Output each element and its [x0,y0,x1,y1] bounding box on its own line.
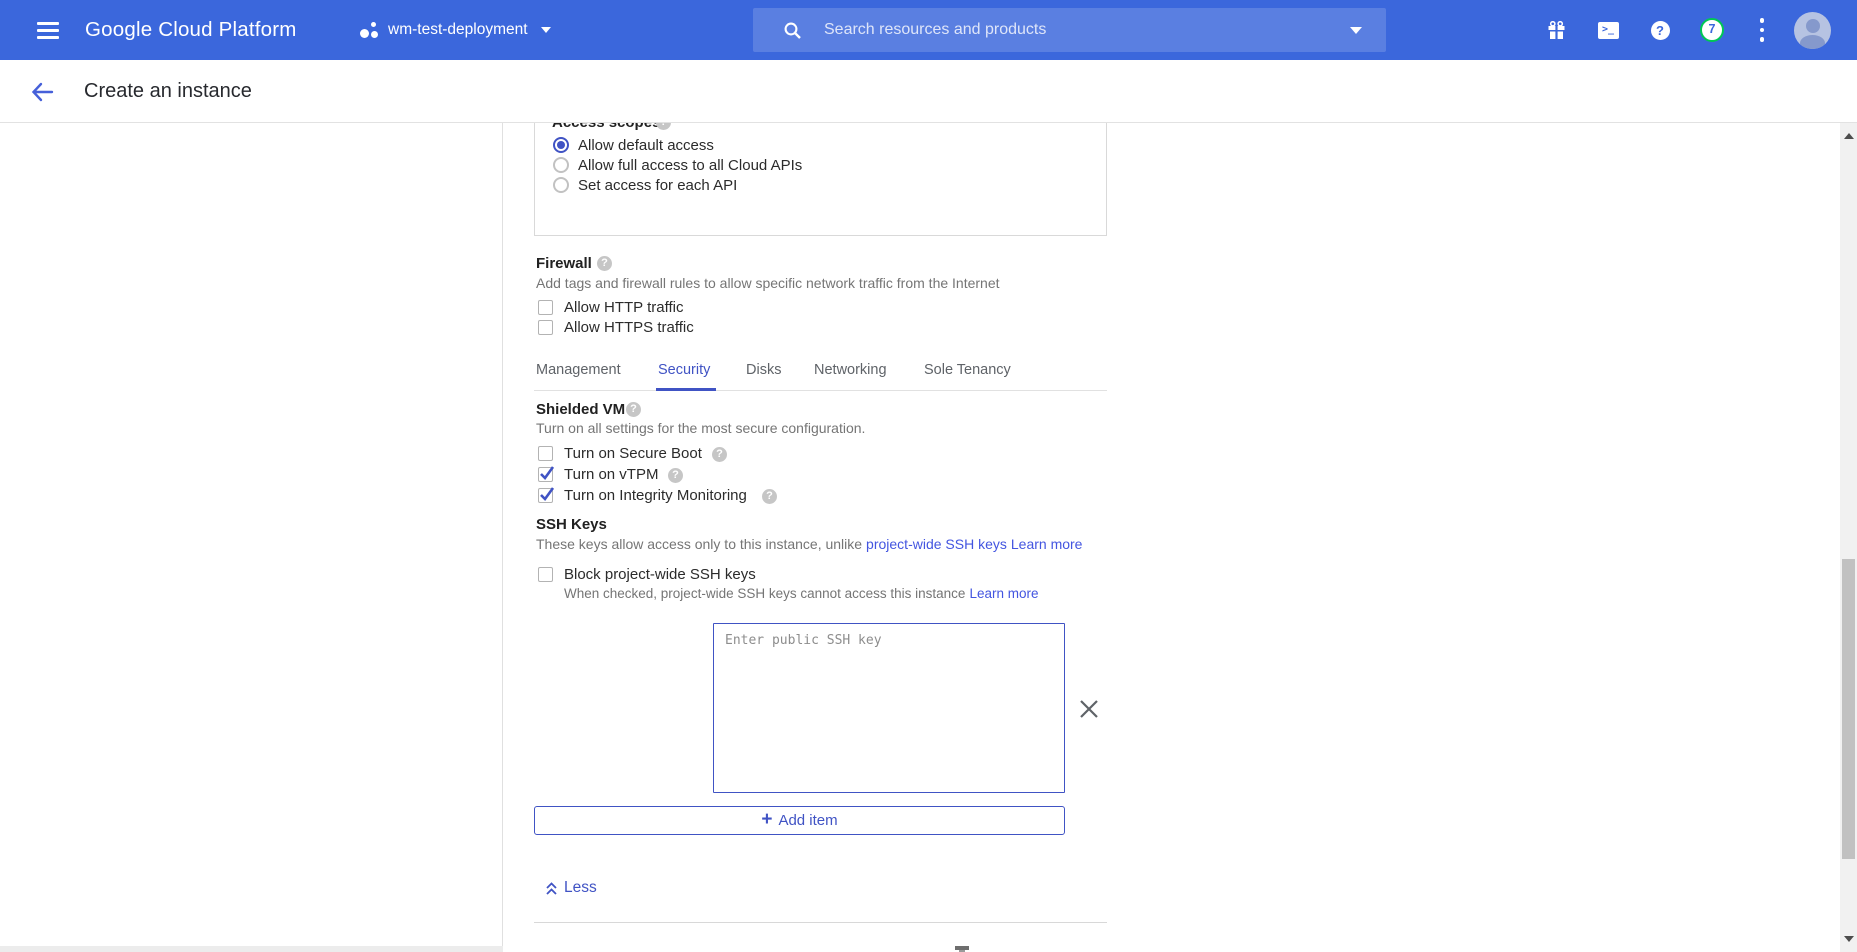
secure-boot-help-icon[interactable] [712,447,727,462]
checkbox-label-allow-http[interactable]: Allow HTTP traffic [564,299,683,316]
checkbox-label-block-project-wide-ssh[interactable]: Block project-wide SSH keys [564,566,756,583]
shielded-vm-description: Turn on all settings for the most secure… [536,420,865,436]
page-title: Create an instance [84,80,252,103]
checkmark-icon [538,485,556,503]
project-wide-ssh-keys-link[interactable]: project-wide SSH keys [866,536,1007,552]
checkbox-integrity-monitoring[interactable] [538,488,553,503]
checkmark-icon [538,464,556,482]
tab-disks[interactable]: Disks [746,362,781,378]
checkbox-block-project-wide-ssh[interactable] [538,567,553,582]
project-selector-dots-icon [360,21,379,40]
chevron-down-icon [541,27,551,33]
less-label: Less [564,879,597,897]
free-trial-gift-button[interactable] [1541,0,1571,60]
public-ssh-key-input[interactable] [713,623,1065,793]
cloud-shell-button[interactable] [1593,0,1623,60]
tabs-divider [534,390,1107,391]
clipped-content-below-fold [955,946,969,950]
hamburger-menu-icon[interactable] [37,22,61,39]
checkbox-label-integrity-monitoring[interactable]: Turn on Integrity Monitoring [564,487,747,504]
gcp-console-screen: Access scopes Allow default access Allow… [0,0,1857,952]
plus-icon [761,810,772,829]
block-ssh-note: When checked, project-wide SSH keys cann… [564,586,1039,601]
brand-logo[interactable]: Google Cloud Platform [85,0,297,60]
help-icon [1651,21,1670,40]
search-icon [783,21,802,40]
radio-label-set-access-each-api[interactable]: Set access for each API [578,177,737,194]
checkbox-label-vtpm[interactable]: Turn on vTPM [564,466,658,483]
add-item-button[interactable]: Add item [534,806,1065,835]
firewall-description: Add tags and firewall rules to allow spe… [536,275,1000,291]
ssh-learn-more-link[interactable]: Learn more [1011,536,1083,552]
vertical-scrollbar[interactable] [1840,123,1857,952]
chevron-double-up-icon [545,881,558,896]
help-button[interactable] [1645,0,1675,60]
tab-management[interactable]: Management [536,362,621,378]
integrity-monitoring-help-icon[interactable] [762,489,777,504]
checkbox-label-allow-https[interactable]: Allow HTTPS traffic [564,319,694,336]
add-item-label: Add item [778,812,837,829]
project-selector[interactable]: wm-test-deployment [360,14,551,46]
back-button[interactable] [28,78,56,106]
cloud-shell-icon [1598,22,1619,39]
page-header: Create an instance [0,60,1857,123]
checkbox-allow-http[interactable] [538,300,553,315]
more-options-button[interactable] [1750,0,1774,60]
scrollbar-thumb[interactable] [1842,559,1855,859]
back-arrow-icon [28,78,56,106]
firewall-label: Firewall [536,255,592,272]
checkbox-vtpm[interactable] [538,467,553,482]
section-divider [534,922,1107,923]
close-icon [1077,697,1101,721]
notifications-button[interactable]: 7 [1695,0,1729,60]
radio-allow-default-access[interactable] [553,137,569,153]
search-dropdown-caret-icon[interactable] [1350,27,1362,34]
checkbox-allow-https[interactable] [538,320,553,335]
remove-ssh-key-button[interactable] [1077,697,1101,721]
less-toggle[interactable]: Less [545,879,597,897]
create-instance-form: Access scopes Allow default access Allow… [0,0,1840,952]
ssh-keys-description: These keys allow access only to this ins… [536,536,1082,552]
search-input[interactable] [824,21,1350,39]
shielded-vm-label: Shielded VM [536,401,625,418]
shielded-vm-help-icon[interactable] [626,402,641,417]
radio-allow-full-access[interactable] [553,157,569,173]
app-bar: Google Cloud Platform wm-test-deployment [0,0,1857,60]
notification-badge: 7 [1700,18,1724,42]
scroll-up-arrow[interactable] [1844,133,1854,139]
block-ssh-learn-more-link[interactable]: Learn more [969,586,1038,601]
global-search[interactable] [753,8,1386,52]
avatar-person-icon [1806,19,1820,33]
firewall-help-icon[interactable] [597,256,612,271]
vtpm-help-icon[interactable] [668,468,683,483]
tab-sole-tenancy[interactable]: Sole Tenancy [924,362,1011,378]
tab-security[interactable]: Security [658,362,710,378]
ssh-description-text: These keys allow access only to this ins… [536,536,862,552]
gift-icon [1547,21,1566,40]
ssh-keys-label: SSH Keys [536,516,607,533]
checkbox-secure-boot[interactable] [538,446,553,461]
project-name: wm-test-deployment [388,21,528,39]
block-ssh-note-text: When checked, project-wide SSH keys cann… [564,586,965,601]
avatar[interactable] [1794,12,1831,49]
checkbox-label-secure-boot[interactable]: Turn on Secure Boot [564,445,702,462]
tab-networking[interactable]: Networking [814,362,887,378]
radio-label-allow-default-access[interactable]: Allow default access [578,137,714,154]
radio-label-allow-full-access[interactable]: Allow full access to all Cloud APIs [578,157,802,174]
radio-set-access-each-api[interactable] [553,177,569,193]
active-tab-underline [656,388,716,391]
scroll-down-arrow[interactable] [1844,936,1854,942]
